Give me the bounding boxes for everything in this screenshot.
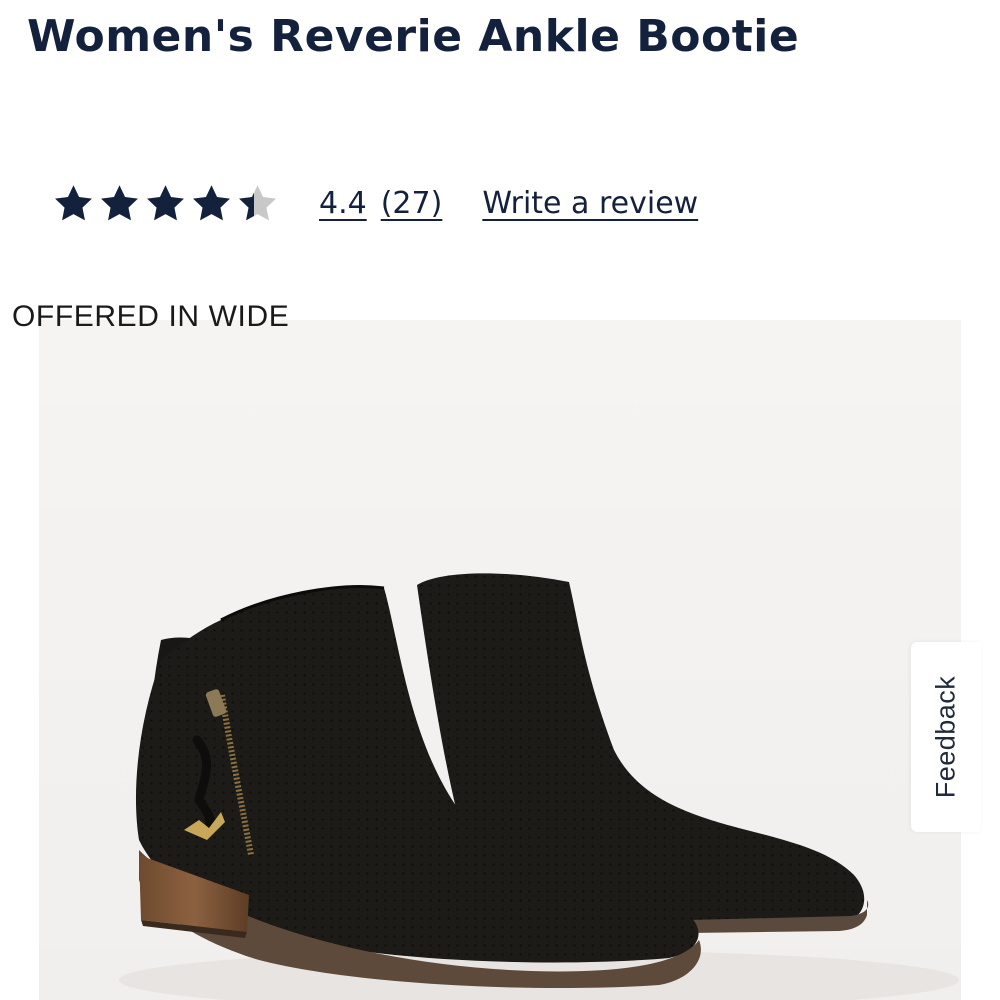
star-icon	[101, 184, 138, 220]
feedback-tab[interactable]: Feedback	[911, 642, 981, 832]
star-icon	[239, 184, 276, 220]
star-icon	[193, 184, 230, 220]
star-icon	[55, 184, 92, 220]
star-icon	[147, 184, 184, 220]
rating-value: 4.4	[319, 185, 367, 221]
product-image[interactable]	[39, 320, 961, 1000]
product-page: Women's Reverie Ankle Bootie 4.4 (27) Wri…	[0, 0, 1000, 1000]
bootie-illustration	[119, 573, 959, 1000]
review-count: (27)	[380, 185, 443, 221]
rating-row: 4.4 (27) Write a review	[52, 176, 698, 230]
rating-summary-link[interactable]: 4.4 (27)	[319, 186, 442, 221]
feedback-label: Feedback	[930, 675, 961, 799]
product-title: Women's Reverie Ankle Bootie	[27, 11, 800, 62]
write-review-link[interactable]: Write a review	[482, 186, 698, 221]
star-rating[interactable]	[52, 182, 279, 225]
offered-in-wide-badge: OFFERED IN WIDE	[12, 300, 290, 333]
